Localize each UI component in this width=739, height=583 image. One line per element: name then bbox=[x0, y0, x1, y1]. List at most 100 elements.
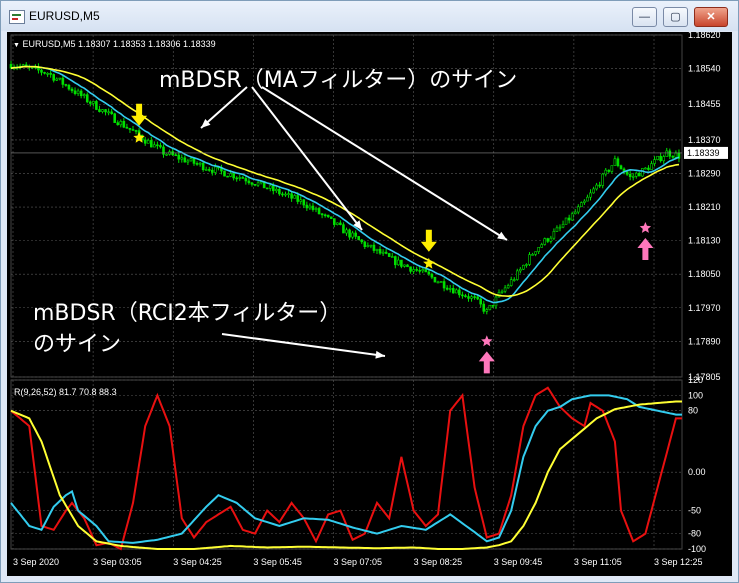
candle-body bbox=[375, 248, 379, 251]
candle-body bbox=[436, 281, 440, 284]
candle-body bbox=[345, 229, 348, 234]
candle-body bbox=[637, 172, 641, 177]
candle-body bbox=[653, 159, 656, 164]
candle-body bbox=[503, 287, 507, 292]
candle-body bbox=[250, 182, 254, 185]
candle-body bbox=[241, 177, 245, 179]
indicator-tick-label: 0.00 bbox=[688, 467, 706, 477]
menu-triangle-icon[interactable]: ▼ bbox=[13, 42, 20, 49]
candle-body bbox=[336, 222, 339, 225]
candle-body bbox=[467, 296, 470, 299]
candle-body bbox=[275, 188, 278, 192]
candle-body bbox=[253, 184, 257, 186]
candle-body bbox=[92, 101, 95, 104]
candle-body bbox=[534, 251, 537, 255]
candle-body bbox=[543, 238, 547, 245]
candle-body bbox=[540, 244, 544, 248]
candle-body bbox=[238, 177, 242, 179]
price-tick-label: 1.17970 bbox=[688, 303, 721, 313]
candle-body bbox=[576, 206, 580, 213]
candle-body bbox=[393, 256, 397, 266]
price-tick-label: 1.18130 bbox=[688, 236, 721, 246]
candle-body bbox=[567, 217, 571, 221]
candle-body bbox=[174, 154, 177, 157]
candle-body bbox=[64, 84, 68, 86]
maximize-button[interactable]: ▢ bbox=[663, 7, 688, 27]
price-header-text: EURUSD,M5 1.18307 1.18353 1.18306 1.1833… bbox=[22, 39, 216, 49]
candle-body bbox=[107, 111, 110, 114]
candle-body bbox=[287, 193, 290, 195]
candle-body bbox=[509, 279, 513, 286]
candle-body bbox=[390, 256, 394, 258]
candle-body bbox=[598, 184, 601, 187]
candle-body bbox=[189, 158, 193, 162]
candle-body bbox=[52, 74, 56, 81]
candle-body bbox=[293, 195, 296, 199]
candle-body bbox=[644, 167, 647, 170]
candle-body bbox=[82, 94, 86, 97]
candle-body bbox=[641, 168, 644, 177]
chart-icon bbox=[9, 10, 25, 24]
candle-body bbox=[451, 288, 455, 294]
price-tick-label: 1.18210 bbox=[688, 202, 721, 212]
candle-body bbox=[442, 281, 446, 289]
candle-body bbox=[314, 208, 318, 210]
candle-body bbox=[146, 140, 150, 144]
candle-body bbox=[58, 77, 62, 80]
candle-body bbox=[79, 90, 83, 97]
candle-body bbox=[406, 264, 409, 268]
candle-body bbox=[247, 180, 251, 184]
candle-body bbox=[211, 169, 214, 173]
candle-body bbox=[98, 109, 101, 112]
indicator-tick-label: 80 bbox=[688, 406, 698, 416]
candle-body bbox=[326, 214, 330, 218]
time-tick-label: 3 Sep 03:05 bbox=[93, 557, 142, 567]
pointer-to-buy-1 bbox=[221, 333, 386, 357]
candle-body bbox=[332, 218, 336, 225]
candle-body bbox=[418, 270, 422, 272]
candle-body bbox=[113, 113, 116, 123]
candle-body bbox=[61, 77, 65, 85]
price-tick-label: 1.18620 bbox=[688, 32, 721, 40]
candle-body bbox=[55, 78, 59, 81]
candle-body bbox=[43, 72, 46, 74]
candle-body bbox=[119, 121, 123, 126]
buy-arrow-icon bbox=[478, 351, 495, 374]
time-tick-label: 3 Sep 04:25 bbox=[173, 557, 222, 567]
indicator-tick-label: 100 bbox=[688, 390, 703, 400]
minimize-button[interactable]: — bbox=[632, 7, 657, 27]
time-tick-label: 3 Sep 09:45 bbox=[494, 557, 543, 567]
candle-body bbox=[601, 173, 605, 186]
price-tick-label: 1.18290 bbox=[688, 168, 721, 178]
current-price-label: 1.18339 bbox=[687, 148, 720, 158]
candle-body bbox=[580, 202, 583, 208]
chart-window: EURUSD,M5 — ▢ ✕ 1.18620 1.18540 1.18455 1.1… bbox=[0, 0, 739, 583]
candle-body bbox=[589, 192, 592, 198]
candle-body bbox=[552, 231, 556, 239]
candle-body bbox=[586, 196, 589, 202]
candle-body bbox=[628, 173, 632, 178]
chart-area[interactable]: 1.18620 1.18540 1.18455 1.18370 1.18290 1.182… bbox=[7, 32, 732, 576]
candle-body bbox=[198, 162, 202, 165]
close-button[interactable]: ✕ bbox=[694, 7, 728, 27]
candle-body bbox=[143, 139, 147, 144]
candle-body bbox=[308, 205, 312, 209]
candle-body bbox=[162, 146, 165, 155]
candle-body bbox=[360, 239, 364, 243]
candle-body bbox=[546, 238, 550, 242]
candle-body bbox=[647, 167, 650, 170]
candle-body bbox=[284, 193, 287, 196]
candle-body bbox=[519, 268, 522, 272]
candle-body bbox=[515, 270, 519, 280]
candle-body bbox=[409, 266, 412, 272]
candle-body bbox=[476, 296, 479, 300]
buy-arrow-icon bbox=[637, 238, 654, 261]
candle-body bbox=[49, 73, 52, 75]
sell-signal-star bbox=[133, 131, 145, 143]
candle-body bbox=[150, 140, 153, 148]
title-bar[interactable]: EURUSD,M5 — ▢ ✕ bbox=[1, 1, 738, 31]
candle-body bbox=[305, 204, 309, 209]
candle-body bbox=[439, 281, 443, 283]
candle-body bbox=[235, 177, 238, 180]
candle-body bbox=[555, 227, 559, 232]
